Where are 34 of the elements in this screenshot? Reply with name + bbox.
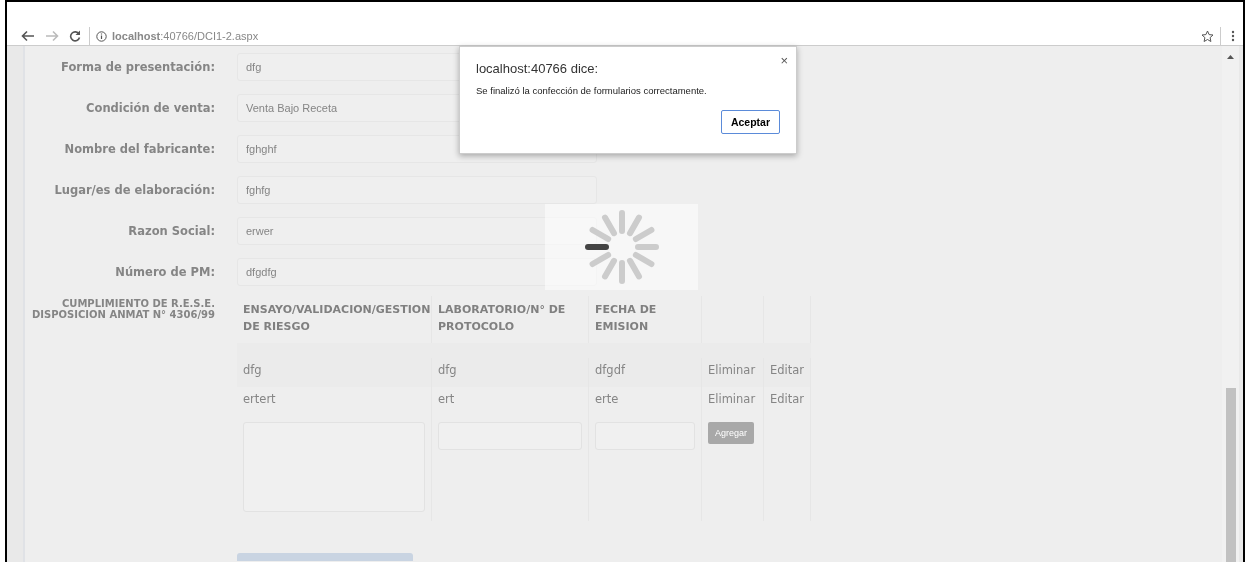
accept-button[interactable]: Aceptar xyxy=(720,110,780,134)
table-cell: dfg xyxy=(237,358,432,387)
field-label: Condición de venta: xyxy=(85,100,215,115)
table-cell: dfgdf xyxy=(589,358,702,387)
reload-icon[interactable] xyxy=(67,30,83,42)
table-cell: ert xyxy=(432,387,589,416)
input-field[interactable]: fghfg xyxy=(237,175,597,204)
field-label: Razon Social: xyxy=(127,223,215,238)
scrollbar[interactable] xyxy=(1222,46,1239,562)
action-link[interactable]: Editar xyxy=(770,363,805,377)
action-link[interactable]: Eliminar xyxy=(708,392,756,406)
field-label: Nombre del fabricante: xyxy=(63,141,215,156)
table-cell: erte xyxy=(589,387,702,416)
info-icon xyxy=(96,30,107,42)
add-button[interactable]: Agregar xyxy=(708,422,755,444)
action-link[interactable]: Eliminar xyxy=(708,363,756,377)
address-bar[interactable]: localhost:40766/DCI1-2.aspx xyxy=(89,27,1221,45)
scroll-up-arrow-icon[interactable] xyxy=(1227,55,1234,59)
dialog-message: Se finalizó la confección de formularios correctamente. xyxy=(476,85,708,96)
back-arrow-icon[interactable] xyxy=(19,30,37,42)
forward-arrow-icon[interactable] xyxy=(43,30,61,42)
dialog-title: localhost:40766 dice: xyxy=(476,61,600,76)
star-icon[interactable] xyxy=(1201,29,1214,43)
submit-button[interactable] xyxy=(237,552,413,561)
field-label: Forma de presentación: xyxy=(60,59,215,74)
field-label: Lugar/es de elaboración: xyxy=(53,182,215,197)
close-button[interactable]: × xyxy=(780,53,788,68)
loading-spinner-icon xyxy=(583,209,660,285)
section-label: CUMPLIMIENTO DE R.E.S.E. DISPOSICION ANMAT N° 4306/99 xyxy=(31,297,215,320)
action-link[interactable]: Editar xyxy=(770,392,805,406)
field-label: Número de PM: xyxy=(114,264,215,279)
scrollbar-thumb[interactable] xyxy=(1225,388,1236,562)
table-cell: ertert xyxy=(237,387,432,416)
table-cell: dfg xyxy=(432,358,589,387)
